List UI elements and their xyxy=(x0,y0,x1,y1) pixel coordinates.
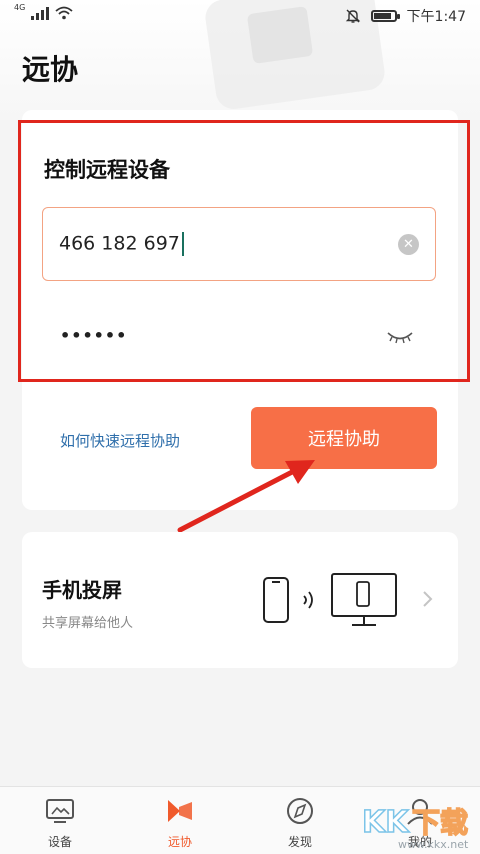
tab-devices[interactable]: 设备 xyxy=(0,787,120,854)
svg-text:www.kkx.net: www.kkx.net xyxy=(398,838,469,851)
svg-text:KK: KK xyxy=(362,805,410,840)
mute-bell-icon xyxy=(345,9,360,23)
tab-label: 远协 xyxy=(167,835,192,849)
tab-remote-assist[interactable]: 远协 xyxy=(120,787,240,854)
compass-icon xyxy=(287,798,313,824)
monitor-icon xyxy=(46,799,74,823)
help-link[interactable]: 如何快速远程协助 xyxy=(60,430,180,451)
clock: 下午1:47 xyxy=(406,9,466,25)
screen-cast-subtitle: 共享屏幕给他人 xyxy=(42,616,134,631)
page-title: 远协 xyxy=(22,53,79,86)
watermark-logo: KK 下载 www.kkx.net xyxy=(361,804,469,851)
battery-icon xyxy=(370,10,400,22)
status-bar: 4G 下午1:47 xyxy=(0,0,480,34)
wifi-icon xyxy=(55,6,73,20)
annotation-highlight-box xyxy=(18,120,470,382)
tab-label: 发现 xyxy=(287,835,312,849)
tab-label: 设备 xyxy=(47,835,72,849)
remote-assist-icon xyxy=(168,800,192,822)
screen-cast-card[interactable]: 手机投屏 共享屏幕给他人 xyxy=(22,532,458,668)
signal-icon xyxy=(31,6,50,20)
screen-cast-illustration-icon xyxy=(263,573,397,626)
remote-assist-button[interactable]: 远程协助 xyxy=(251,407,437,469)
network-type: 4G xyxy=(14,2,26,12)
svg-text:下载: 下载 xyxy=(412,806,468,839)
screen-cast-title: 手机投屏 xyxy=(42,578,122,602)
chevron-right-icon xyxy=(423,591,433,607)
tab-discover[interactable]: 发现 xyxy=(240,787,360,854)
